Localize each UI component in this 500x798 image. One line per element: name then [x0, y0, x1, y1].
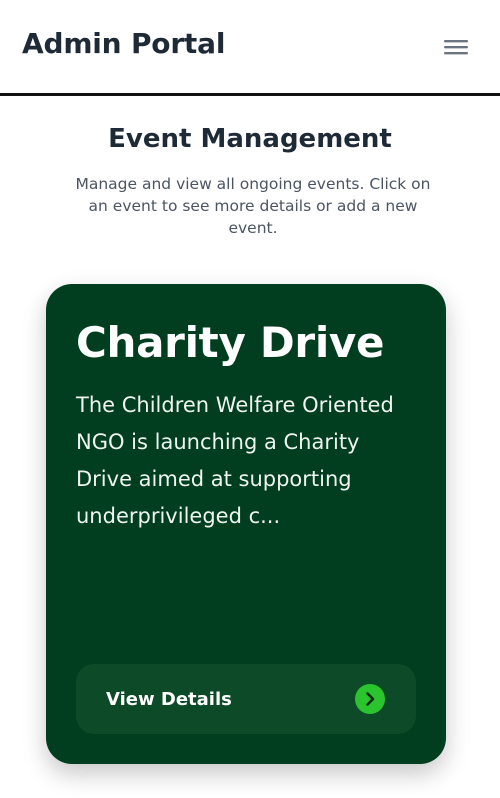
- main-content: Event Management Manage and view all ong…: [0, 96, 500, 798]
- event-title: Charity Drive: [76, 318, 385, 367]
- menu-button[interactable]: [438, 33, 474, 63]
- app-title: Admin Portal: [22, 27, 226, 60]
- event-card[interactable]: Charity Drive The Children Welfare Orien…: [46, 284, 446, 764]
- event-description: The Children Welfare Oriented NGO is lau…: [76, 393, 394, 528]
- view-details-label: View Details: [106, 689, 232, 710]
- app-header: Admin Portal: [0, 0, 500, 96]
- page-description: Manage and view all ongoing events. Clic…: [75, 175, 431, 237]
- page-title: Event Management: [108, 124, 392, 154]
- chevron-right-icon: [355, 684, 385, 714]
- hamburger-menu-icon: [444, 40, 468, 55]
- view-details-button[interactable]: View Details: [76, 664, 416, 734]
